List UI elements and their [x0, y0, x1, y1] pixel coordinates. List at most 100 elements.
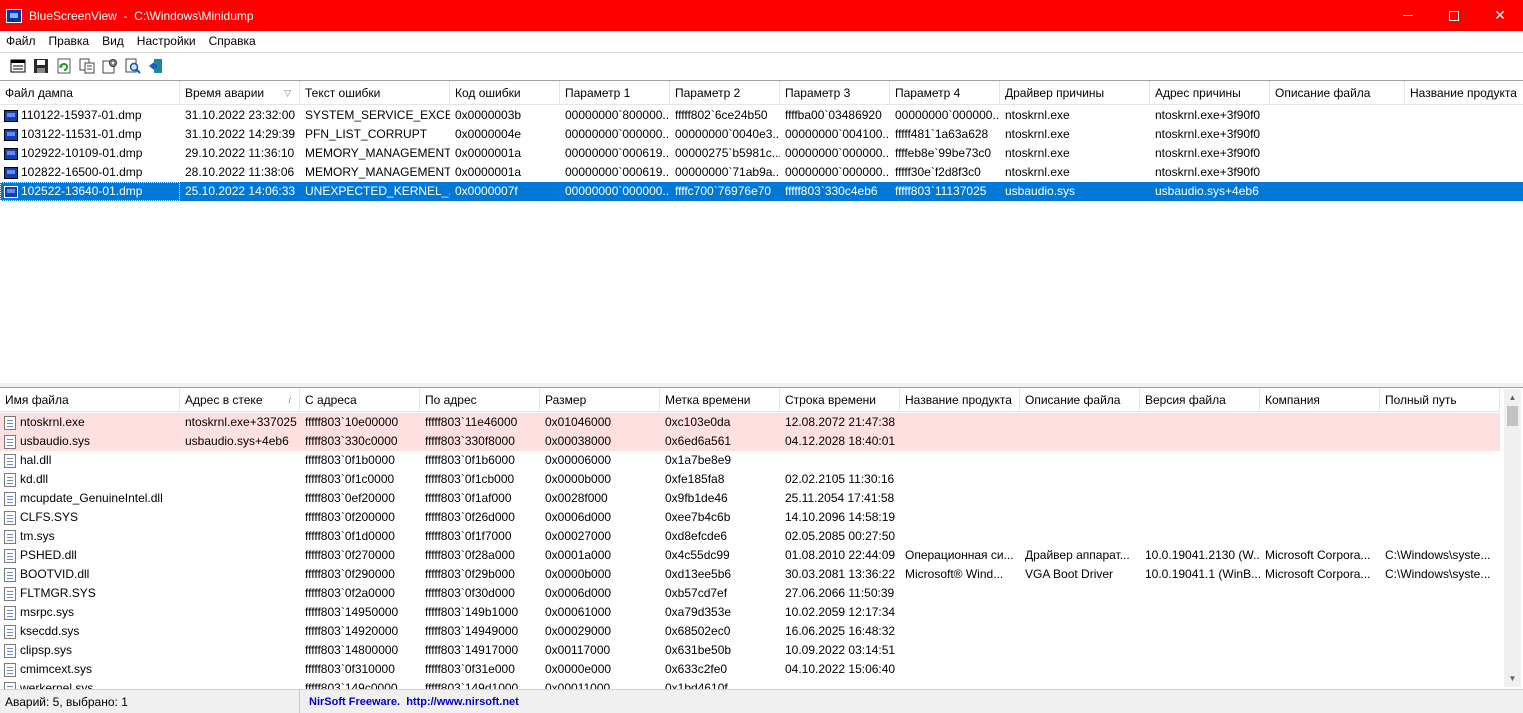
table-cell	[1270, 106, 1405, 125]
column-header[interactable]: Параметр 2	[670, 81, 780, 105]
column-header[interactable]: Время аварии ▽	[180, 81, 300, 105]
column-header[interactable]: Строка времени	[780, 388, 900, 412]
nirsoft-link[interactable]: NirSoft Freeware. http://www.nirsoft.net	[300, 696, 519, 708]
crash-dump-row[interactable]: 103122-11531-01.dmp 31.10.2022 14:29:39 PF…	[0, 125, 1523, 144]
crash-dump-row[interactable]: 102922-10109-01.dmp 29.10.2022 11:36:10 ME…	[0, 144, 1523, 163]
drivers-vscrollbar[interactable]: ▲ ▼	[1504, 389, 1521, 687]
column-header[interactable]: Имя файла	[0, 388, 180, 412]
column-header[interactable]: Компания	[1260, 388, 1380, 412]
table-cell: 0x00029000	[540, 622, 660, 641]
vscroll-thumb[interactable]	[1507, 406, 1518, 426]
cell-text: fffff803`0ef20000	[305, 491, 395, 505]
driver-row[interactable]: kd.dll fffff803`0f1c0000 fffff803`0f1cb000…	[0, 470, 1500, 489]
menu-view[interactable]: Вид	[96, 34, 131, 48]
column-header[interactable]: Метка времени	[660, 388, 780, 412]
window-title: BlueScreenView - C:\Windows\Minidump	[29, 8, 254, 23]
scroll-up-icon[interactable]: ▲	[1504, 389, 1521, 406]
crash-dump-row[interactable]: 102822-16500-01.dmp 28.10.2022 11:38:06 ME…	[0, 163, 1523, 182]
table-cell: fffff803`0ef20000	[300, 489, 420, 508]
column-header[interactable]: С адреса	[300, 388, 420, 412]
table-cell: fffff803`0f200000	[300, 508, 420, 527]
driver-row[interactable]: werkernel.sys fffff803`149c0000 fffff803`1…	[0, 679, 1500, 689]
cell-text: fffff803`14949000	[425, 624, 519, 638]
driver-row[interactable]: cmimcext.sys fffff803`0f310000 fffff803`0f…	[0, 660, 1500, 679]
cell-text: fffff803`0f270000	[305, 548, 395, 562]
table-cell: ntoskrnl.exe+3f90f0	[1150, 163, 1270, 182]
column-header[interactable]: Параметр 4	[890, 81, 1000, 105]
table-cell	[1405, 125, 1523, 144]
table-cell	[1020, 413, 1140, 432]
driver-row[interactable]: tm.sys fffff803`0f1d0000 fffff803`0f1f7000…	[0, 527, 1500, 546]
cell-text: Microsoft Corpora...	[1265, 567, 1371, 581]
column-header[interactable]: Код ошибки	[450, 81, 560, 105]
column-header[interactable]: Параметр 3	[780, 81, 890, 105]
driver-file-icon	[4, 453, 16, 468]
find-button[interactable]	[121, 56, 144, 76]
table-cell: 102522-13640-01.dmp	[0, 182, 180, 201]
close-button[interactable]: ✕	[1477, 0, 1523, 31]
cell-text: usbaudio.sys	[20, 434, 91, 448]
column-header[interactable]: Файл дампа	[0, 81, 180, 105]
menu-edit[interactable]: Правка	[43, 34, 97, 48]
table-cell: 0x00117000	[540, 641, 660, 660]
column-header[interactable]: Полный путь	[1380, 388, 1500, 412]
save-button[interactable]	[29, 56, 52, 76]
column-header[interactable]: Версия файла	[1140, 388, 1260, 412]
driver-row[interactable]: CLFS.SYS fffff803`0f200000 fffff803`0f26d0…	[0, 508, 1500, 527]
column-header[interactable]: Параметр 1	[560, 81, 670, 105]
cell-text: MEMORY_MANAGEMENT	[305, 146, 450, 160]
column-header[interactable]: Адрес причины	[1150, 81, 1270, 105]
column-header[interactable]: Описание файла	[1020, 388, 1140, 412]
cell-text: 0x68502ec0	[665, 624, 731, 638]
crash-dump-row[interactable]: 110122-15937-01.dmp 31.10.2022 23:32:00 SY…	[0, 106, 1523, 125]
exit-button[interactable]	[144, 56, 167, 76]
driver-row[interactable]: ntoskrnl.exe ntoskrnl.exe+337025 fffff803`…	[0, 413, 1500, 432]
table-cell	[1260, 489, 1380, 508]
driver-row[interactable]: clipsp.sys fffff803`14800000 fffff803`1491…	[0, 641, 1500, 660]
driver-row[interactable]: PSHED.dll fffff803`0f270000 fffff803`0f28a…	[0, 546, 1500, 565]
column-header[interactable]: Описание файла	[1270, 81, 1405, 105]
table-cell	[900, 508, 1020, 527]
driver-row[interactable]: usbaudio.sys usbaudio.sys+4eb6 fffff803`33…	[0, 432, 1500, 451]
menu-file[interactable]: Файл	[0, 34, 43, 48]
column-header[interactable]: Название продукта	[1405, 81, 1523, 105]
copy-button[interactable]	[75, 56, 98, 76]
column-header-label: Описание файла	[1025, 393, 1121, 407]
driver-row[interactable]: BOOTVID.dll fffff803`0f290000 fffff803`0f2…	[0, 565, 1500, 584]
advanced-options-button[interactable]	[98, 56, 121, 76]
column-header[interactable]: Название продукта	[900, 388, 1020, 412]
column-header[interactable]: Текст ошибки	[300, 81, 450, 105]
menu-help[interactable]: Справка	[203, 34, 263, 48]
table-cell: 0x0028f000	[540, 489, 660, 508]
column-header[interactable]: По адрес	[420, 388, 540, 412]
column-header-label: Файл дампа	[5, 86, 73, 100]
scroll-down-icon[interactable]: ▼	[1504, 670, 1521, 687]
table-cell	[1260, 451, 1380, 470]
driver-row[interactable]: FLTMGR.SYS fffff803`0f2a0000 fffff803`0f30…	[0, 584, 1500, 603]
column-header[interactable]: Драйвер причины	[1000, 81, 1150, 105]
driver-row[interactable]: mcupdate_GenuineIntel.dll fffff803`0ef200…	[0, 489, 1500, 508]
column-header[interactable]: Адрес в стеке /	[180, 388, 300, 412]
minimize-button[interactable]	[1385, 0, 1431, 31]
cell-text: 0x0000003b	[455, 108, 522, 122]
table-cell: ksecdd.sys	[0, 622, 180, 641]
refresh-button[interactable]	[52, 56, 75, 76]
menu-options[interactable]: Настройки	[131, 34, 203, 48]
cell-text: C:\Windows\syste...	[1385, 567, 1491, 581]
table-cell	[1270, 163, 1405, 182]
table-cell: MEMORY_MANAGEMENT	[300, 163, 450, 182]
table-cell	[180, 489, 300, 508]
column-header[interactable]: Размер	[540, 388, 660, 412]
cell-text: fffff803`0f30d000	[425, 586, 515, 600]
driver-row[interactable]: hal.dll fffff803`0f1b0000 fffff803`0f1b600…	[0, 451, 1500, 470]
table-cell: 0xee7b4c6b	[660, 508, 780, 527]
table-cell	[1380, 508, 1500, 527]
table-cell: msrpc.sys	[0, 603, 180, 622]
crash-dump-row[interactable]: 102522-13640-01.dmp 25.10.2022 14:06:33 UN…	[0, 182, 1523, 201]
maximize-button[interactable]	[1431, 0, 1477, 31]
driver-row[interactable]: ksecdd.sys fffff803`14920000 fffff803`1494…	[0, 622, 1500, 641]
driver-row[interactable]: msrpc.sys fffff803`14950000 fffff803`149b1…	[0, 603, 1500, 622]
table-cell: Операционная си...	[900, 546, 1020, 565]
column-header-label: Версия файла	[1145, 393, 1226, 407]
properties-button[interactable]	[6, 56, 29, 76]
